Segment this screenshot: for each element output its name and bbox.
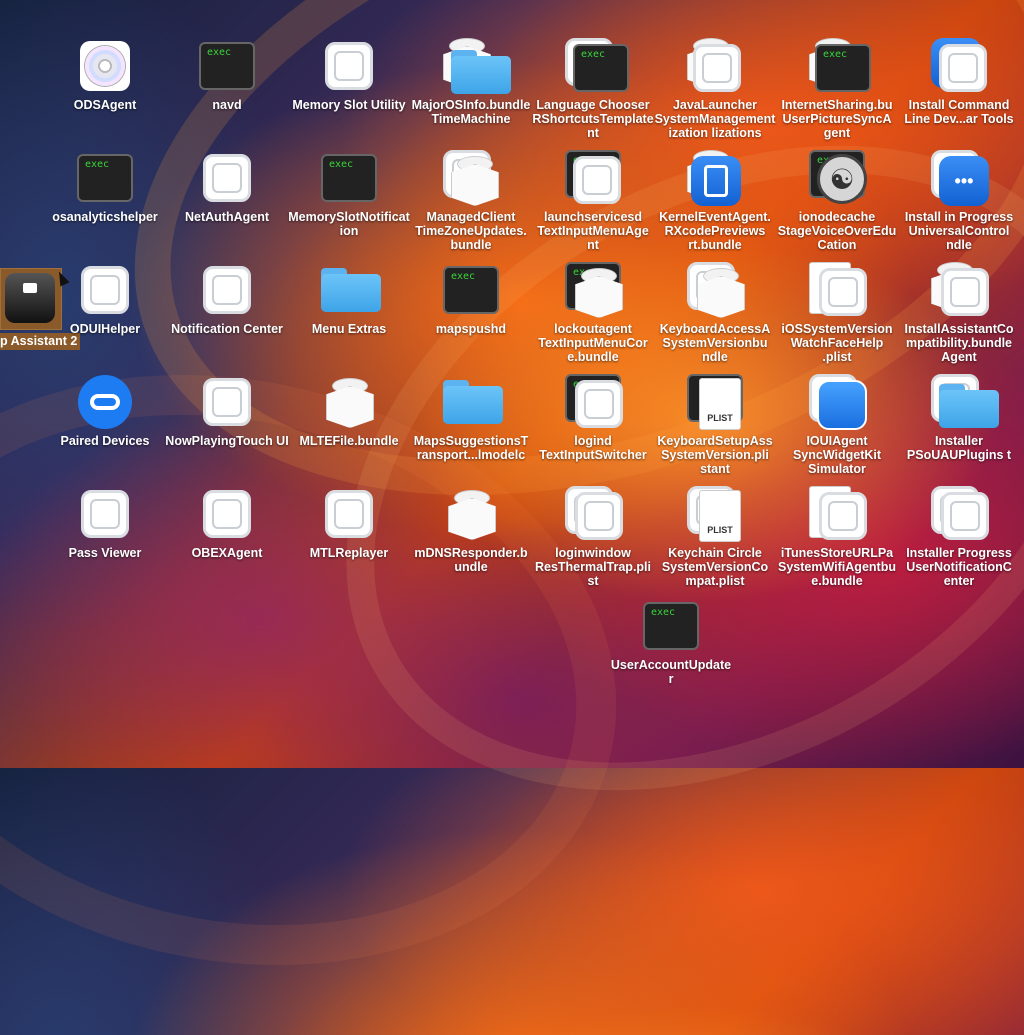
folder-icon: [939, 384, 999, 428]
generic-app-icon: [325, 42, 373, 90]
generic-app-icon: [81, 490, 129, 538]
desktop-item-kerneleventagent[interactable]: KernelEventAgent. RXcodePreviews rt.bund…: [653, 150, 777, 252]
desktop-item-navd[interactable]: exec navd: [165, 38, 289, 112]
desktop-item-mtlreplayer[interactable]: MTLReplayer: [287, 486, 411, 560]
generic-app-icon: [819, 492, 867, 540]
generic-app-icon: [941, 268, 989, 316]
generic-app-icon: [575, 380, 623, 428]
generic-app-icon: [81, 266, 129, 314]
generic-app-icon: [693, 44, 741, 92]
desktop-item-lockoutagent[interactable]: exec lockoutagent TextInputMenuCor e.bun…: [531, 262, 655, 364]
desktop-item-launchservicesd[interactable]: exec launchservicesd TextInputMenuAge nt: [531, 150, 655, 252]
generic-app-icon: [573, 156, 621, 204]
bundle-icon: [326, 378, 372, 426]
desktop-item-managedclient[interactable]: ManagedClient TimeZoneUpdates. bundle: [409, 150, 533, 252]
bundle-icon: [451, 156, 497, 204]
folder-icon: [321, 268, 381, 312]
desktop-item-install-command-line[interactable]: Install Command Line Dev...ar Tools: [897, 38, 1021, 126]
folder-icon: [443, 380, 503, 424]
desktop-item-mltefile[interactable]: MLTEFile.bundle: [287, 374, 411, 448]
bundle-icon: [575, 268, 621, 316]
desktop-item-iossystemversion[interactable]: iOSSystemVersion WatchFaceHelp .plist: [775, 262, 899, 364]
accessibility-icon: ☯: [817, 154, 867, 204]
desktop-item-odsagent[interactable]: ODSAgent: [43, 38, 167, 112]
plist-icon: PLIST: [699, 378, 741, 430]
desktop-item-install-in-progress[interactable]: ••• Install in Progress UniversalControl…: [897, 150, 1021, 252]
generic-app-icon: [575, 492, 623, 540]
desktop-item-memoryslotnotification[interactable]: exec MemorySlotNotification: [287, 150, 411, 238]
desktop-item-osanalyticshelper[interactable]: exec osanalyticshelper: [43, 150, 167, 224]
desktop-item-itunesstoreurl[interactable]: iTunesStoreURLPa SystemWifiAgentbu e.bun…: [775, 486, 899, 588]
exec-icon: exec: [573, 44, 629, 92]
watch-face-icon: [817, 380, 867, 430]
desktop-item-memory-slot-utility[interactable]: Memory Slot Utility: [287, 38, 411, 112]
paired-devices-icon: [78, 375, 132, 429]
exec-icon: exec: [199, 42, 255, 90]
desktop-item-mdnsresponder[interactable]: mDNSResponder.b undle: [409, 486, 533, 574]
desktop-item-installer[interactable]: Installer PSoUAUPlugins t: [897, 374, 1021, 462]
generic-app-icon: [203, 266, 251, 314]
desktop-item-keychain-circle[interactable]: PLIST Keychain Circle SystemVersionCo mp…: [653, 486, 777, 588]
desktop-item-oduihelper[interactable]: ODUIHelper: [43, 262, 167, 336]
desktop-item-obexagent[interactable]: OBEXAgent: [165, 486, 289, 560]
generic-app-icon: [941, 492, 989, 540]
bundle-icon: [448, 490, 494, 538]
generic-app-icon: [819, 268, 867, 316]
desktop-item-useraccountupdater[interactable]: exec UserAccountUpdater: [609, 598, 733, 686]
desktop-item-majorosinfo[interactable]: MajorOSInfo.bundleTimeMachine: [409, 38, 533, 126]
folder-icon: [451, 50, 511, 94]
generic-app-icon: [203, 378, 251, 426]
desktop-item-mapspushd[interactable]: exec mapspushd: [409, 262, 533, 336]
desktop-item-loginwindow[interactable]: loginwindow ResThermalTrap.pli st: [531, 486, 655, 588]
generic-app-icon: [203, 490, 251, 538]
desktop-item-installer-progress[interactable]: Installer Progress UserNotificationC ent…: [897, 486, 1021, 588]
desktop-item-iouiagent[interactable]: IOUIAgent SyncWidgetKit Simulator: [775, 374, 899, 476]
generic-app-icon: [939, 44, 987, 92]
desktop-item-menu-extras[interactable]: Menu Extras: [287, 262, 411, 336]
plist-icon: PLIST: [699, 490, 741, 542]
desktop-item-mapssuggestions[interactable]: MapsSuggestionsT ransport...lmodelc: [409, 374, 533, 462]
desktop-item-installassistant[interactable]: InstallAssistantCo mpatibility.bundle Ag…: [897, 262, 1021, 364]
blue-app-icon: [691, 156, 741, 206]
desktop-item-netauthagent[interactable]: NetAuthAgent: [165, 150, 289, 224]
exec-icon: exec: [815, 44, 871, 92]
exec-icon: exec: [321, 154, 377, 202]
desktop-item-javalauncher[interactable]: JavaLauncher SystemManagementization liz…: [653, 38, 777, 140]
desktop-item-paired-devices[interactable]: Paired Devices: [43, 374, 167, 448]
desktop-item-pass-viewer[interactable]: Pass Viewer: [43, 486, 167, 560]
desktop-item-ionodecache[interactable]: exec☯ ionodecache StageVoiceOverEdu Cati…: [775, 150, 899, 252]
universal-control-icon: •••: [939, 156, 989, 206]
exec-icon: exec: [443, 266, 499, 314]
generic-app-icon: [325, 490, 373, 538]
desktop-item-keyboardsetup[interactable]: PLIST KeyboardSetupAss SystemVersion.pli…: [653, 374, 777, 476]
desktop-item-logind[interactable]: exec logind TextInputSwitcher: [531, 374, 655, 462]
disc-icon: [80, 41, 130, 91]
bundle-icon: [697, 268, 743, 316]
desktop-item-internetsharing[interactable]: exec InternetSharing.bu UserPictureSyncA…: [775, 38, 899, 140]
exec-icon: exec: [643, 602, 699, 650]
desktop-item-nowplayingtouchui[interactable]: NowPlayingTouch UI: [165, 374, 289, 448]
desktop-item-notification-center[interactable]: Notification Center: [165, 262, 289, 336]
generic-app-icon: [203, 154, 251, 202]
exec-icon: exec: [77, 154, 133, 202]
desktop-item-language-chooser[interactable]: exec Language Chooser RShortcutsTemplate…: [531, 38, 655, 140]
desktop-item-keyboardaccess[interactable]: KeyboardAccessA SystemVersionbu ndle: [653, 262, 777, 364]
